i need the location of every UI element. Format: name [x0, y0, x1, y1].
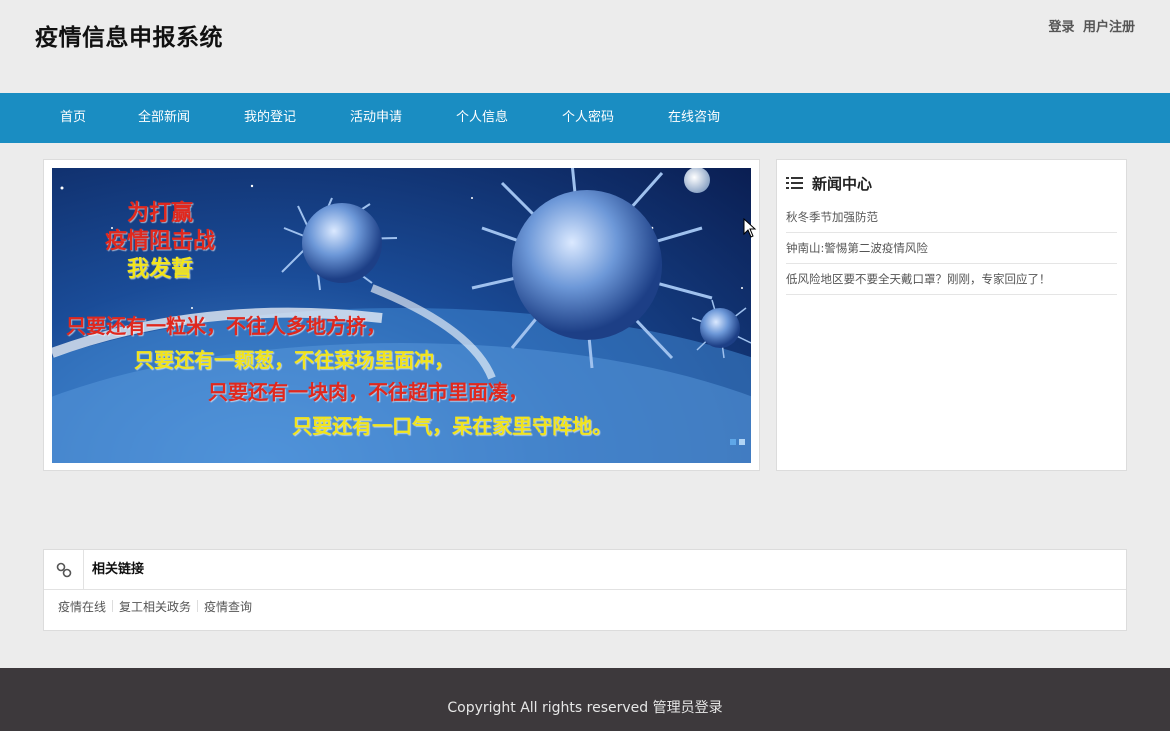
news-item[interactable]: 钟南山:警惕第二波疫情风险: [786, 233, 1117, 264]
register-link[interactable]: 用户注册: [1083, 20, 1135, 35]
nav-personal-password[interactable]: 个人密码: [562, 93, 614, 143]
header: 疫情信息申报系统 登录 用户注册: [0, 0, 1170, 93]
mouse-cursor-icon: [743, 218, 757, 238]
related-links-title: 相关链接: [92, 562, 145, 577]
carousel-dot[interactable]: [730, 439, 736, 445]
auth-links: 登录 用户注册: [1048, 16, 1135, 35]
news-item[interactable]: 低风险地区要不要全天戴口罩？刚刚，专家回应了！: [786, 264, 1117, 295]
banner-title-line: 为打赢: [126, 200, 193, 226]
nav-all-news[interactable]: 全部新闻: [138, 93, 190, 143]
banner-slogan-line: 只要还有一颗葱，不往菜场里面冲，: [134, 348, 454, 372]
link-icon: [56, 562, 71, 578]
related-links-header: 相关链接: [44, 550, 1126, 590]
site-title: 疫情信息申报系统: [35, 25, 223, 51]
banner-panel: 为打赢 疫情阻击战 我发誓 只要还有一粒米，不往人多地方挤， 只要还有一颗葱，不…: [43, 159, 760, 471]
main-nav: 首页 全部新闻 我的登记 活动申请 个人信息 个人密码 在线咨询: [0, 93, 1170, 143]
related-links-panel: 相关链接 疫情在线 复工相关政务 疫情查询: [43, 549, 1127, 631]
related-link[interactable]: 疫情查询: [204, 600, 252, 614]
banner-slogan-line: 只要还有一口气，呆在家里守阵地。: [292, 414, 612, 438]
carousel-dot[interactable]: [739, 439, 745, 445]
nav-my-registration[interactable]: 我的登记: [244, 93, 296, 143]
copyright-text: Copyright All rights reserved: [447, 700, 649, 716]
nav-online-consult[interactable]: 在线咨询: [668, 93, 720, 143]
link-icon-box: [44, 550, 84, 590]
banner-slogan-line: 只要还有一粒米，不往人多地方挤，: [66, 314, 386, 338]
link-divider: [112, 600, 114, 612]
carousel-dots: [727, 430, 745, 449]
banner-carousel[interactable]: 为打赢 疫情阻击战 我发誓 只要还有一粒米，不往人多地方挤， 只要还有一颗葱，不…: [52, 168, 751, 463]
related-links-list: 疫情在线 复工相关政务 疫情查询: [58, 598, 252, 615]
news-list: 秋冬季节加强防范 钟南山:警惕第二波疫情风险 低风险地区要不要全天戴口罩？刚刚，…: [786, 202, 1117, 295]
nav-personal-info[interactable]: 个人信息: [456, 93, 508, 143]
related-link[interactable]: 疫情在线: [58, 600, 106, 614]
nav-activity-application[interactable]: 活动申请: [350, 93, 402, 143]
news-center-header: 新闻中心: [786, 173, 872, 193]
list-icon: [786, 177, 803, 189]
news-center-panel: 新闻中心 秋冬季节加强防范 钟南山:警惕第二波疫情风险 低风险地区要不要全天戴口…: [776, 159, 1127, 471]
login-link[interactable]: 登录: [1048, 20, 1074, 35]
link-divider: [197, 600, 199, 612]
banner-title-line: 我发誓: [126, 256, 193, 282]
footer: Copyright All rights reserved 管理员登录: [0, 668, 1170, 731]
banner-title-line: 疫情阻击战: [104, 228, 215, 254]
news-center-title: 新闻中心: [812, 174, 873, 193]
admin-login-link[interactable]: 管理员登录: [653, 700, 723, 716]
news-item[interactable]: 秋冬季节加强防范: [786, 202, 1117, 233]
banner-slogan-line: 只要还有一块肉，不往超市里面凑，: [208, 380, 528, 404]
related-link[interactable]: 复工相关政务: [119, 600, 191, 614]
nav-home[interactable]: 首页: [60, 93, 86, 143]
